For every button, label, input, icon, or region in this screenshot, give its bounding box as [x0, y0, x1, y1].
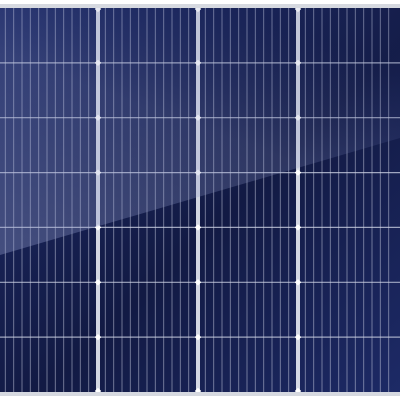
frame-top-edge [0, 4, 400, 8]
frame-bottom-edge [0, 392, 400, 396]
solar-panel-image [0, 0, 400, 400]
